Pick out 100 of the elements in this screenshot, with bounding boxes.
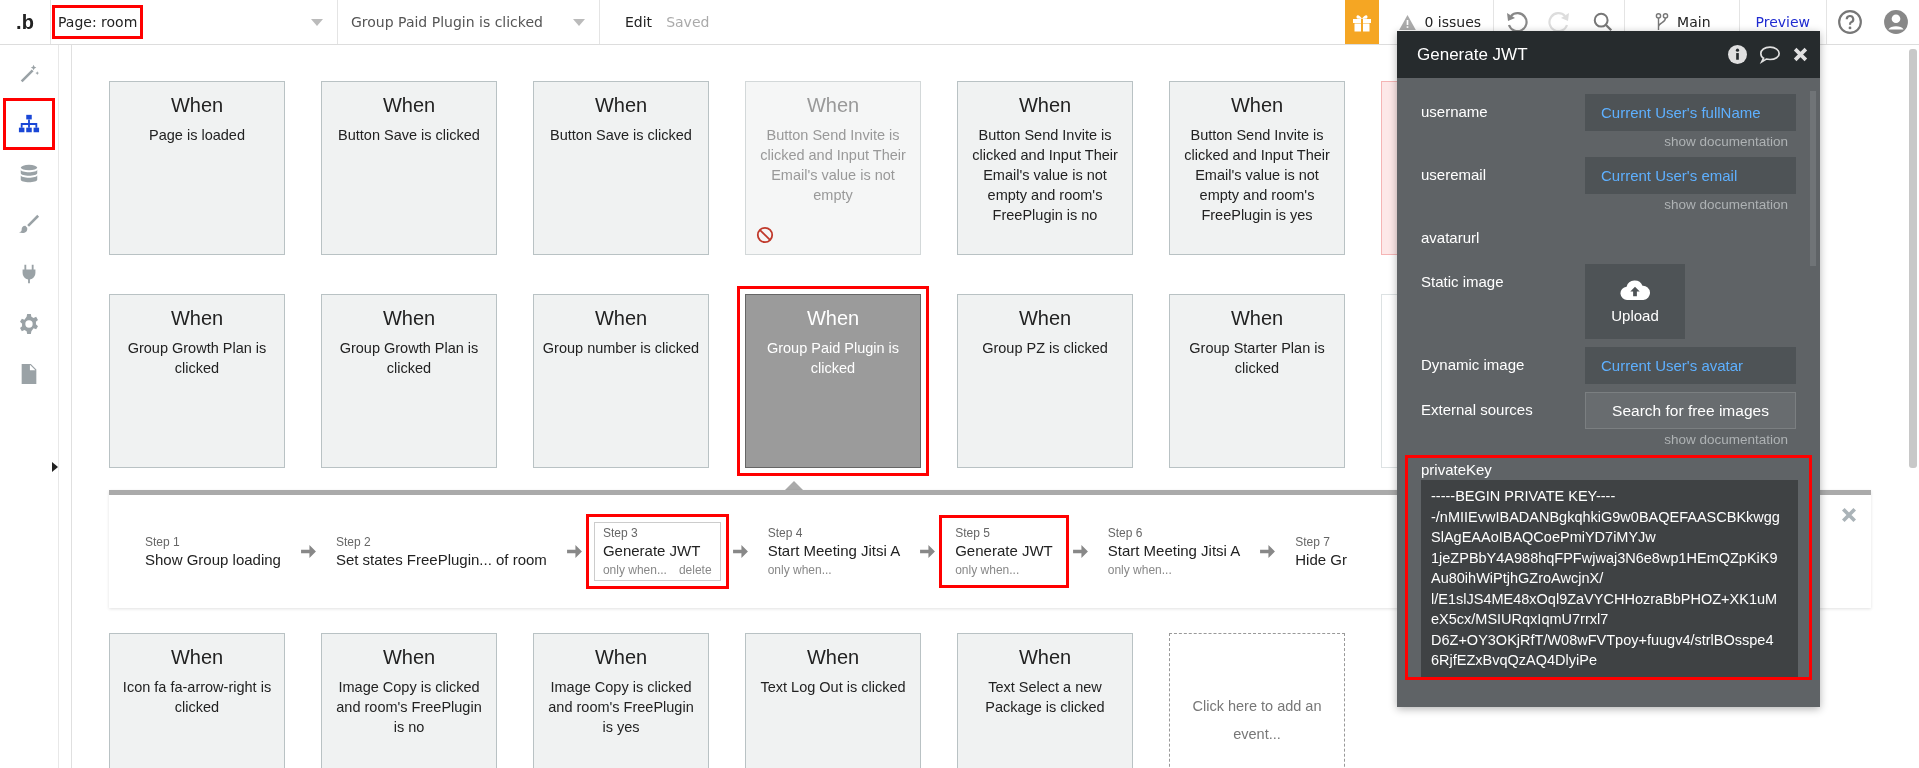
event-card[interactable]: When Image Copy is clicked and room's FreePlugin is yes [533,633,709,768]
scrollbar[interactable] [1909,49,1917,468]
when-label: When [1017,646,1073,669]
step-action: Set states FreePlugin... of room [335,551,547,568]
arrow-right-icon [566,545,582,558]
event-condition: Group Growth Plan is clicked [338,339,480,378]
field-label: Dynamic image [1421,355,1526,375]
cloud-upload-icon [1620,279,1650,301]
step-action: Start Meeting Jitsi A [767,542,901,559]
warning-icon [1399,14,1417,30]
step-number: Step 3 [602,526,639,540]
when-label: When [169,94,225,117]
workflow-step[interactable]: Step 1 Show Group loading [137,532,289,571]
event-card[interactable]: When Image Copy is clicked and room's FreePlugin is no [321,633,497,768]
event-card[interactable]: When Group Growth Plan is clicked [321,294,497,468]
edit-menu[interactable]: Edit [599,0,667,44]
when-label: When [805,94,861,117]
when-label: When [593,307,649,330]
search-icon[interactable] [1592,11,1615,33]
event-condition: Group number is clicked [542,339,700,358]
when-label: When [381,646,437,669]
workflow-step[interactable]: Step 3 Generate JWT only when... delete [593,522,721,581]
info-icon[interactable] [1728,45,1747,64]
event-condition: Button Send Invite is clicked and Input Their Email's value is not empty and room's FreePlugin is yes [1183,126,1331,225]
only-when-link[interactable]: only when... [602,563,667,577]
database-icon [18,163,40,185]
field-label: username [1421,102,1489,122]
field-label: External sources [1421,400,1534,420]
sitemap-icon [18,113,40,135]
search-images-button[interactable]: Search for free images [1585,392,1796,429]
branch-icon [1655,12,1670,32]
delete-link[interactable]: delete [678,563,712,577]
only-when-link[interactable]: only when... [1107,563,1172,577]
step-number: Step 5 [955,526,991,540]
arrow-right-icon [732,545,748,558]
when-label: When [1017,94,1073,117]
step-number: Step 1 [145,535,181,549]
step-action: Generate JWT [602,542,702,559]
event-card[interactable]: When Button Send Invite is clicked and Input Their Email's value is not empty and room's FreePlugin is no [957,81,1133,255]
workflow-step[interactable]: Step 7 Hide Gr [1287,532,1355,571]
when-label: When [593,646,649,669]
event-card[interactable]: When Button Save is clicked [321,81,497,255]
save-status: Saved [666,14,710,30]
when-label: When [593,94,649,117]
workflow-step[interactable]: Step 4 Start Meeting Jitsi A only when... [759,523,909,580]
only-when-link[interactable]: only when... [767,563,832,577]
field-label: useremail [1421,165,1488,185]
add-event-card[interactable]: Click here to add an event... [1169,633,1345,768]
only-when-link[interactable]: only when... [955,563,1020,577]
help-icon[interactable] [1837,9,1863,35]
private-key-field[interactable]: -----BEGIN PRIVATE KEY---- -/nMIIEvwIBADANBgkqhkiG9w0BAQEFAASCBKkwgg SlAgEAAoIBAQCoePmiYD7iMYJw 1jeZPBbY4A988hqFPFwjwaj3N6e8wp1HEmQZpKiK9 Au80ihWiPtjhGZroAwcjnX/ l/E1slJS4ME48xOql9ZaVYCHHozraBbPHOZ+XK1uM eX5cx/MSIURqxIqmU7rrxl7 D6Z+OY3OKjRfT/W08wFVTpoy+fuugv4/strlBOsspe4 6RjfEZxBvqQzAQ4DlyiPe [1421,480,1798,677]
field-label: avatarurl [1421,228,1481,248]
expand-arrow-icon[interactable] [52,462,58,472]
workflow-step[interactable]: Step 6 Start Meeting Jitsi A only when... [1099,523,1249,580]
arrow-right-icon [300,545,316,558]
event-card[interactable]: When Button Save is clicked [533,81,709,255]
undo-icon[interactable] [1504,10,1529,34]
event-card[interactable]: When Text Log Out is clicked [745,633,921,768]
when-label: When [1229,94,1285,117]
field-label: privateKey [1421,460,1493,480]
event-card[interactable]: When Group Starter Plan is clicked [1169,294,1345,468]
event-condition: Text Select a new Package is clicked [984,678,1106,717]
workflow-step[interactable]: Step 5 Generate JWT only when... [947,523,1061,580]
event-condition: Page is loaded [148,126,246,145]
user-avatar-icon[interactable] [1883,9,1909,35]
event-condition: Button Send Invite is clicked and Input Their Email's value is not empty [759,126,907,205]
when-label: When [805,307,861,330]
event-selector[interactable]: Group Paid Plugin is clicked [348,8,546,36]
upload-button[interactable]: Upload [1585,264,1685,339]
when-label: When [169,646,225,669]
when-label: When [169,307,225,330]
event-card[interactable]: When Button Send Invite is clicked and Input Their Email's value is not empty and room's FreePlugin is yes [1169,81,1345,255]
comment-icon[interactable] [1759,45,1781,64]
caret-icon[interactable] [573,18,585,26]
page-selector[interactable]: Page: room [55,8,141,36]
app-logo[interactable]: .b [0,10,50,34]
event-condition: Button Save is clicked [337,126,481,145]
prohibited-icon [756,226,774,244]
paintbrush-icon [18,213,40,235]
gift-button[interactable] [1345,0,1380,44]
event-condition: Group Starter Plan is clicked [1188,339,1326,378]
event-card[interactable]: When Group number is clicked [533,294,709,468]
workflow-step[interactable]: Step 2 Set states FreePlugin... of room [327,532,555,571]
arrow-right-icon [1260,545,1276,558]
step-action: Hide Gr [1295,551,1347,568]
event-card[interactable]: When Page is loaded [109,81,285,255]
caret-icon[interactable] [311,18,323,26]
event-card[interactable]: When Text Select a new Package is clicked [957,633,1133,768]
event-condition: Group PZ is clicked [981,339,1109,358]
event-condition: Icon fa fa-arrow-right is clicked [121,678,273,717]
event-condition: Image Copy is clicked and room's FreePlugin is no [335,678,483,737]
step-number: Step 7 [1295,535,1331,549]
when-label: When [1017,307,1073,330]
event-card[interactable]: When Group PZ is clicked [957,294,1133,468]
event-condition: Text Log Out is clicked [759,678,907,697]
arrow-right-icon [920,545,936,558]
event-condition: Button Send Invite is clicked and Input Their Email's value is not empty and room's FreePlugin is no [971,126,1119,225]
field-label: Static image [1421,272,1505,292]
event-card[interactable]: When Group Growth Plan is clicked [109,294,285,468]
event-card[interactable]: When Icon fa fa-arrow-right is clicked [109,633,285,768]
